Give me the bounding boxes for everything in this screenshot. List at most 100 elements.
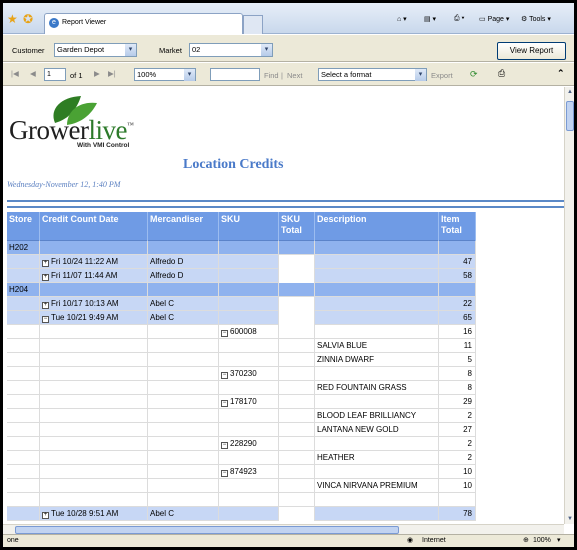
credit-date-cell xyxy=(40,493,148,507)
chevron-down-icon: ▾ xyxy=(415,69,426,81)
mercandiser-cell: Abel C xyxy=(148,311,219,325)
next-page-icon[interactable]: ▶ xyxy=(94,69,100,78)
collapse-toggle-icon[interactable]: − xyxy=(221,372,228,379)
print-icon[interactable]: ⎙ ▾ xyxy=(454,15,465,23)
sku-cell xyxy=(219,451,279,465)
column-header-description[interactable]: Description xyxy=(315,212,439,241)
column-header-sku[interactable]: SKU xyxy=(219,212,279,241)
item-total-cell: 11 xyxy=(439,339,476,353)
store-cell xyxy=(7,437,40,451)
credit-date-cell xyxy=(40,423,148,437)
divider xyxy=(7,200,564,202)
mercandiser-cell-text: Abel C xyxy=(150,313,175,322)
collapse-toggle-icon[interactable]: − xyxy=(221,470,228,477)
collapse-toolbar-icon[interactable]: ⌃ xyxy=(557,68,565,79)
description-cell xyxy=(315,241,439,255)
expand-toggle-icon[interactable]: + xyxy=(42,274,49,281)
expand-toggle-icon[interactable]: + xyxy=(42,260,49,267)
sku-total-cell xyxy=(279,381,315,395)
collapse-toggle-icon[interactable]: − xyxy=(221,330,228,337)
expand-toggle-icon[interactable]: + xyxy=(42,512,49,519)
tools-menu[interactable]: ⚙ Tools ▾ xyxy=(521,15,551,23)
store-cell xyxy=(7,297,40,311)
sku-cell: −874923 xyxy=(219,465,279,479)
sku-total-cell xyxy=(279,297,315,311)
find-link[interactable]: Find xyxy=(264,71,279,80)
add-favorites-icon[interactable]: ✪ xyxy=(23,12,33,26)
vertical-scrollbar[interactable]: ▲ ▼ xyxy=(564,87,574,524)
chevron-down-icon: ▾ xyxy=(184,69,195,81)
item-total-cell: 5 xyxy=(439,353,476,367)
customer-value: Garden Depot xyxy=(57,45,105,54)
feeds-icon[interactable]: ▤ ▾ xyxy=(424,15,436,23)
sku-cell: −370230 xyxy=(219,367,279,381)
browser-window: ★ ✪ e Report Viewer ⌂ ▾ ▤ ▾ ⎙ ▾ ▭ Page ▾… xyxy=(3,3,574,547)
column-header-store[interactable]: Store xyxy=(7,212,40,241)
credit-date-cell xyxy=(40,325,148,339)
collapse-toggle-icon[interactable]: − xyxy=(221,442,228,449)
sku-row: −370230 8 xyxy=(7,367,476,381)
sku-cell xyxy=(219,493,279,507)
browser-tab[interactable]: e Report Viewer xyxy=(44,13,243,34)
item-total-cell-text: 78 xyxy=(463,509,472,518)
scroll-down-icon[interactable]: ▼ xyxy=(565,514,574,524)
credit-date-cell xyxy=(40,339,148,353)
sku-cell xyxy=(219,339,279,353)
export-format-select[interactable]: Select a format ▾ xyxy=(318,68,427,81)
credit-date-cell xyxy=(40,381,148,395)
item-total-cell xyxy=(439,241,476,255)
store-cell xyxy=(7,339,40,353)
previous-page-icon[interactable]: ◀ xyxy=(30,69,36,78)
sku-total-cell xyxy=(279,255,315,269)
table-row: HEATHER 2 xyxy=(7,451,476,465)
scroll-thumb[interactable] xyxy=(15,526,399,534)
column-header-sku-total[interactable]: SKU Total xyxy=(279,212,315,241)
description-cell: ZINNIA DWARF xyxy=(315,353,439,367)
find-next-link[interactable]: Next xyxy=(287,71,302,80)
zoom-icon[interactable]: ⊕ xyxy=(523,535,529,547)
mercandiser-cell: Abel C xyxy=(148,297,219,311)
sku-cell-text: 178170 xyxy=(230,397,257,406)
last-page-icon[interactable]: ▶| xyxy=(108,69,116,78)
find-input[interactable] xyxy=(210,68,260,81)
sku-total-cell xyxy=(279,311,315,325)
home-icon[interactable]: ⌂ ▾ xyxy=(397,15,407,23)
scroll-up-icon[interactable]: ▲ xyxy=(565,87,574,97)
view-report-button[interactable]: View Report xyxy=(497,42,566,60)
sku-cell xyxy=(219,311,279,325)
description-cell-text: VINCA NIRVANA PREMIUM xyxy=(317,481,418,490)
mercandiser-cell: Alfredo D xyxy=(148,255,219,269)
mercandiser-cell xyxy=(148,451,219,465)
sku-cell xyxy=(219,297,279,311)
favorites-star-icon[interactable]: ★ xyxy=(7,12,18,26)
status-zoom[interactable]: 100% xyxy=(533,535,551,547)
item-total-cell: 8 xyxy=(439,381,476,395)
horizontal-scrollbar[interactable] xyxy=(3,524,564,534)
new-tab-button[interactable] xyxy=(243,15,263,34)
customer-select[interactable]: Garden Depot ▾ xyxy=(54,43,137,57)
print-report-icon[interactable]: ⎙ xyxy=(498,68,505,79)
sku-cell xyxy=(219,409,279,423)
find-separator: | xyxy=(281,71,283,80)
page-number-input[interactable]: 1 xyxy=(44,68,66,81)
chevron-down-icon[interactable]: ▾ xyxy=(557,535,561,547)
export-link[interactable]: Export xyxy=(431,71,453,80)
item-total-cell-text: 58 xyxy=(463,271,472,280)
refresh-icon[interactable]: ⟳ xyxy=(470,69,478,80)
expand-toggle-icon[interactable]: + xyxy=(42,302,49,309)
column-header-credit-count-date[interactable]: Credit Count Date xyxy=(40,212,148,241)
credit-date-cell-text: Tue 10/28 9:51 AM xyxy=(51,509,119,518)
page-menu[interactable]: ▭ Page ▾ xyxy=(479,15,509,23)
first-page-icon[interactable]: |◀ xyxy=(11,69,19,78)
column-header-mercandiser[interactable]: Mercandiser xyxy=(148,212,219,241)
collapse-toggle-icon[interactable]: − xyxy=(221,400,228,407)
store-cell xyxy=(7,381,40,395)
item-total-cell: 29 xyxy=(439,395,476,409)
scroll-thumb[interactable] xyxy=(566,101,574,131)
zoom-select[interactable]: 100% ▾ xyxy=(134,68,196,81)
column-header-item-total[interactable]: Item Total xyxy=(439,212,476,241)
zoom-value: 100% xyxy=(137,70,157,79)
collapse-toggle-icon[interactable]: − xyxy=(42,316,49,323)
market-select[interactable]: 02 ▾ xyxy=(189,43,273,57)
sku-total-cell xyxy=(279,395,315,409)
